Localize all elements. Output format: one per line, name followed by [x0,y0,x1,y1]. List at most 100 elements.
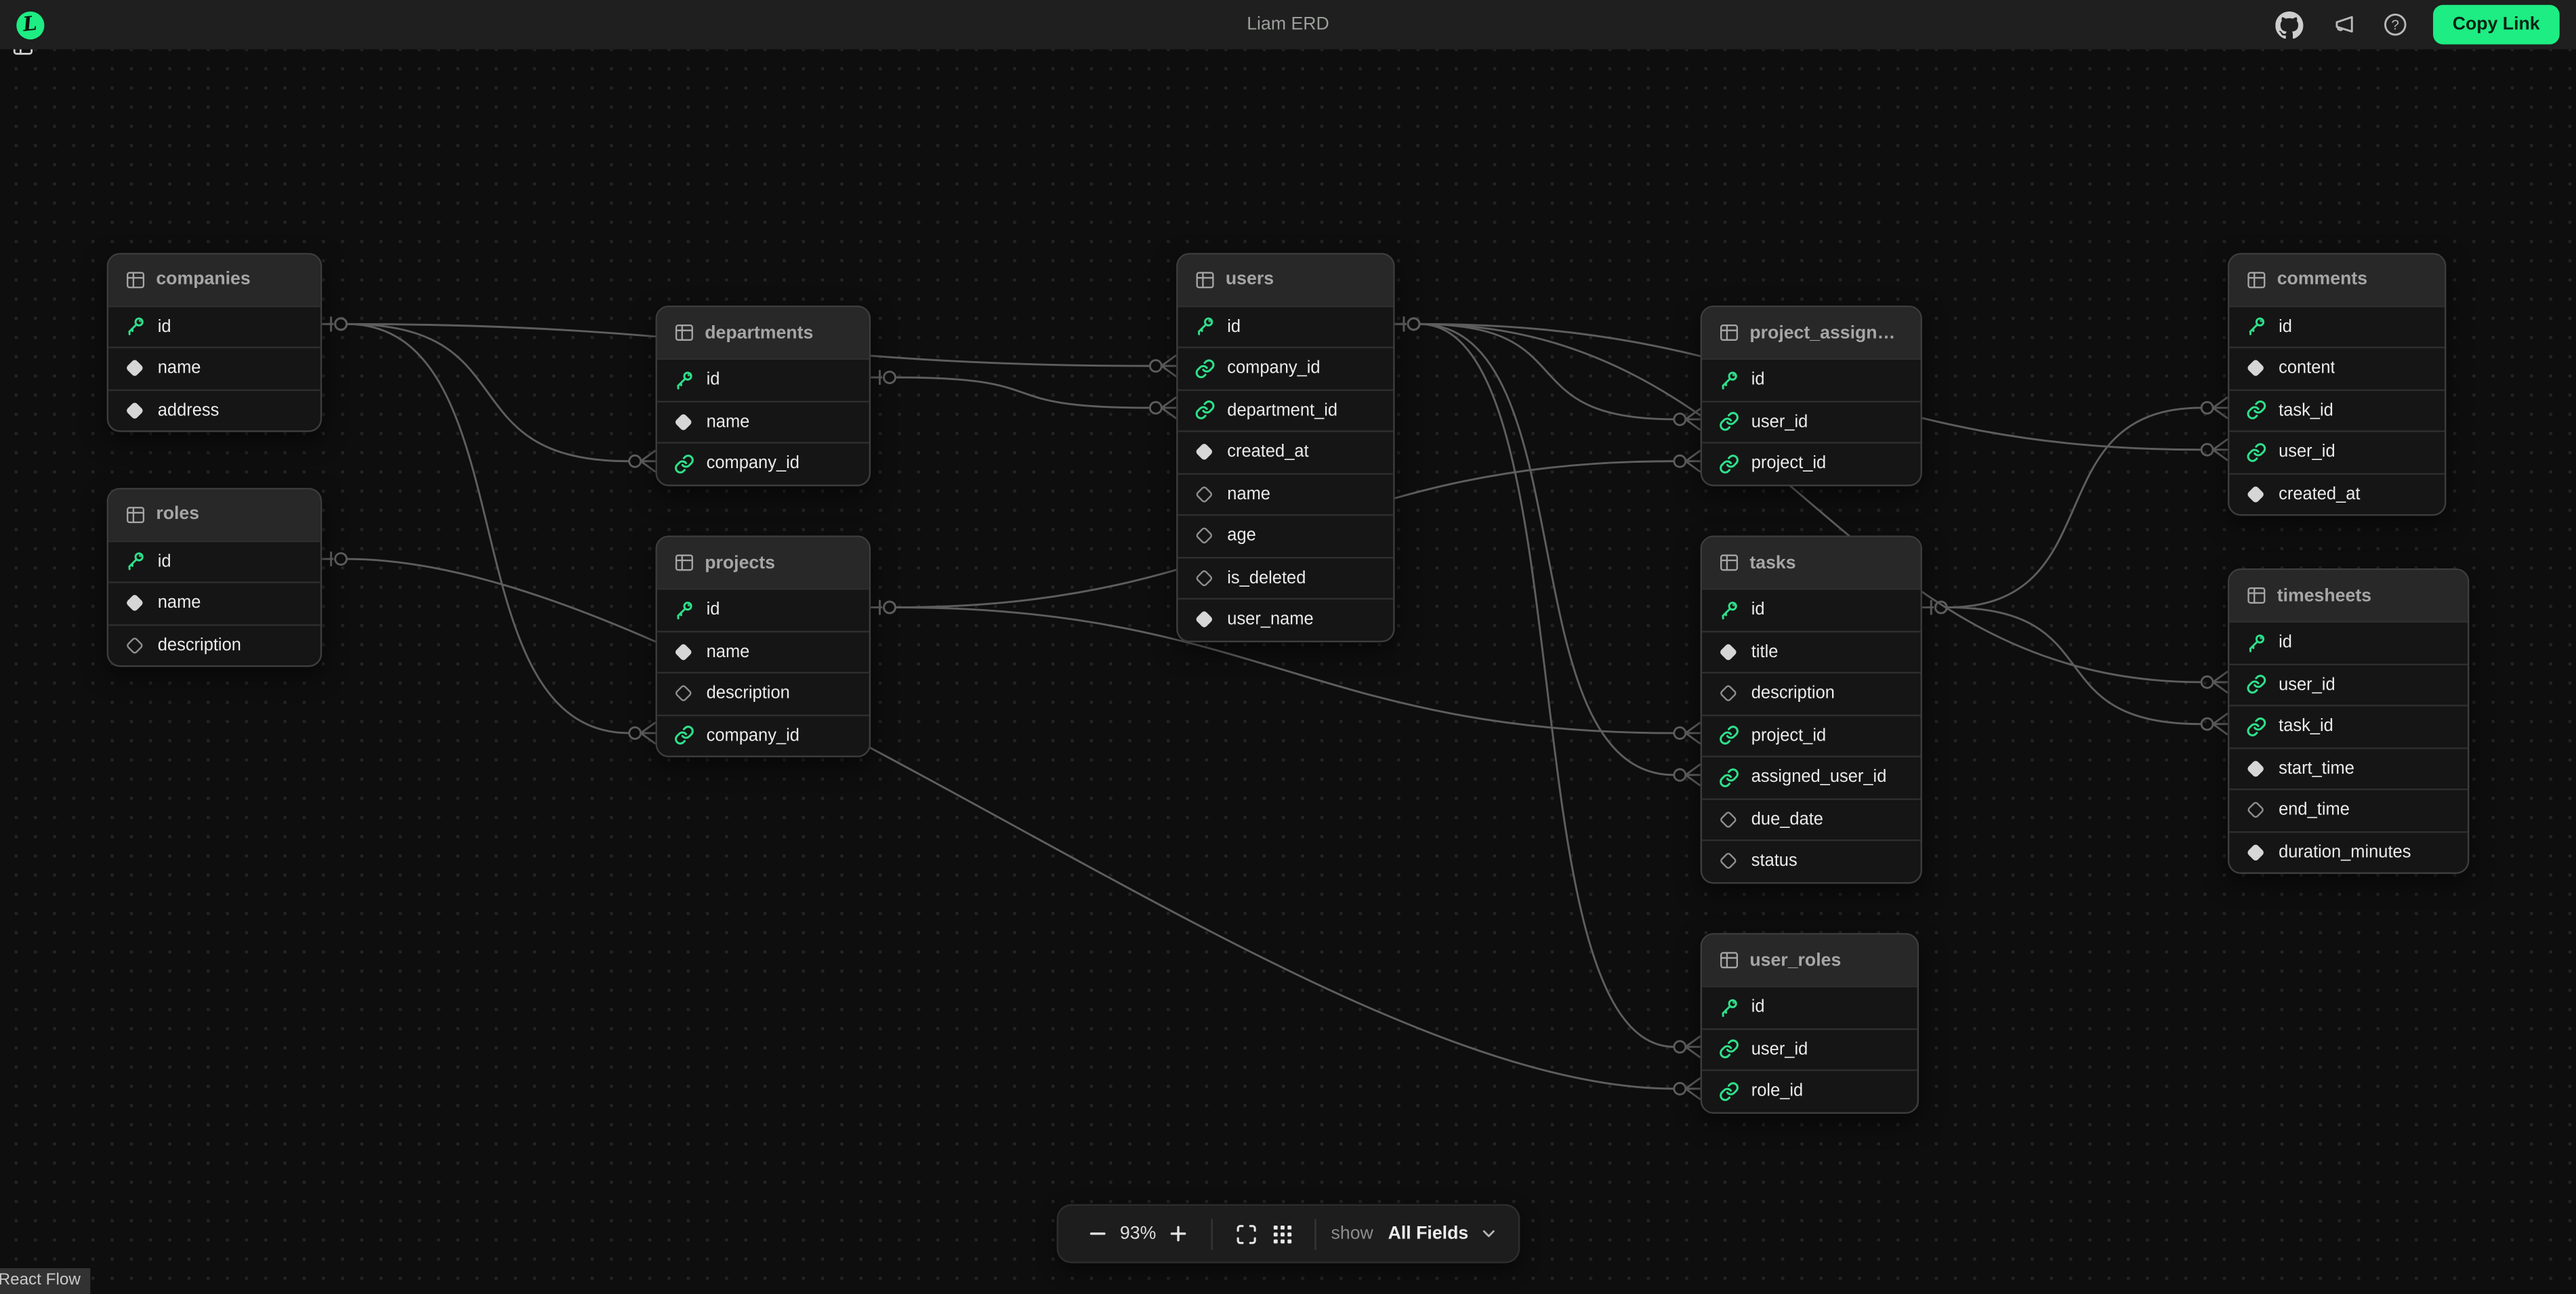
table-name: tasks [1749,553,1795,572]
column-name: content [2279,358,2335,378]
column-row-project_id[interactable]: project_id [1702,714,1920,756]
column-row-id[interactable]: id [657,358,869,400]
column-row-user_id[interactable]: user_id [1702,1028,1917,1070]
column-row-id[interactable]: id [108,540,320,582]
zoom-out-button[interactable] [1080,1215,1116,1251]
table-header[interactable]: users [1178,254,1394,305]
column-row-name[interactable]: name [657,630,869,672]
column-row-description[interactable]: description [657,672,869,714]
table-icon [2244,584,2267,607]
table-header[interactable]: comments [2229,254,2445,305]
column-row-title[interactable]: title [1702,630,1920,672]
column-row-id[interactable]: id [657,588,869,630]
column-row-role_id[interactable]: role_id [1702,1070,1917,1112]
column-name: due_date [1751,810,1823,829]
table-roles[interactable]: roles id name description [107,487,323,667]
column-row-end_time[interactable]: end_time [2229,789,2468,831]
github-button[interactable] [2275,10,2305,40]
column-row-department_id[interactable]: department_id [1178,388,1394,430]
column-row-user_id[interactable]: user_id [1702,400,1920,442]
column-row-company_id[interactable]: company_id [657,714,869,756]
column-name: company_id [1227,358,1320,378]
erd-canvas[interactable]: companies idnameaddress roles idnamedesc… [0,49,2576,1294]
foreign-key-link-icon [1717,452,1740,475]
table-tasks[interactable]: tasks idtitledescription project_id assi… [1701,535,1922,883]
tidy-up-button[interactable] [1264,1215,1300,1251]
table-comments[interactable]: comments id content task_id user_idcreate… [2228,252,2446,516]
nullable-diamond-icon [1192,566,1216,589]
help-button[interactable]: ? [2380,10,2410,40]
column-name: assigned_user_id [1751,768,1887,787]
chevron-down-icon [1480,1226,1496,1242]
table-header[interactable]: tasks [1702,537,1920,588]
column-row-description[interactable]: description [108,623,320,665]
table-users[interactable]: users id company_id department_idcreated… [1176,252,1394,642]
liam-logo[interactable]: L [16,11,44,39]
fields-filter-select[interactable]: All Fields [1388,1224,1497,1243]
column-row-name[interactable]: name [1178,472,1394,514]
column-row-created_at[interactable]: created_at [1178,430,1394,472]
not-null-diamond-icon [2244,357,2267,380]
column-row-company_id[interactable]: company_id [657,442,869,484]
column-name: name [707,412,750,432]
column-row-name[interactable]: name [108,581,320,623]
table-companies[interactable]: companies idnameaddress [107,252,323,432]
help-icon: ? [2382,12,2408,38]
column-row-duration_minutes[interactable]: duration_minutes [2229,831,2468,873]
column-name: task_id [2279,400,2333,420]
foreign-key-link-icon [1717,766,1740,789]
column-row-description[interactable]: description [1702,672,1920,714]
react-flow-attribution[interactable]: React Flow [0,1268,90,1294]
column-row-user_id[interactable]: user_id [2229,430,2445,472]
table-header[interactable]: user_roles [1702,935,1917,986]
fit-view-button[interactable] [1228,1215,1264,1251]
primary-key-icon [1192,315,1216,338]
table-departments[interactable]: departments id name company_id [655,306,871,486]
column-row-id[interactable]: id [1702,588,1920,630]
column-row-id[interactable]: id [2229,305,2445,347]
column-row-due_date[interactable]: due_date [1702,797,1920,839]
column-name: id [1227,316,1241,336]
table-header[interactable]: departments [657,307,869,358]
column-row-task_id[interactable]: task_id [2229,388,2445,430]
column-row-id[interactable]: id [1702,358,1920,400]
column-row-name[interactable]: name [108,347,320,389]
column-row-id[interactable]: id [1178,305,1394,347]
table-header[interactable]: companies [108,254,320,305]
column-row-age[interactable]: age [1178,514,1394,556]
column-row-name[interactable]: name [657,400,869,442]
column-row-assigned_user_id[interactable]: assigned_user_id [1702,755,1920,797]
column-row-user_name[interactable]: user_name [1178,598,1394,640]
column-name: company_id [707,726,799,745]
column-name: name [158,593,201,613]
column-row-project_id[interactable]: project_id [1702,442,1920,484]
table-timesheets[interactable]: timesheets id user_id task_idstart_timee… [2228,568,2469,874]
column-name: id [707,600,720,620]
column-row-content[interactable]: content [2229,347,2445,389]
column-row-company_id[interactable]: company_id [1178,347,1394,389]
column-row-status[interactable]: status [1702,839,1920,881]
column-row-user_id[interactable]: user_id [2229,663,2468,705]
table-header[interactable]: roles [108,488,320,539]
table-header[interactable]: projects [657,537,869,588]
column-row-is_deleted[interactable]: is_deleted [1178,556,1394,598]
column-row-created_at[interactable]: created_at [2229,472,2445,514]
table-icon [1192,268,1216,291]
table-user_roles[interactable]: user_roles id user_id role_id [1701,933,1919,1113]
copy-link-button[interactable]: Copy Link [2433,5,2560,44]
table-projects[interactable]: projects id namedescription company_id [655,535,871,757]
nullable-diamond-icon [1717,682,1740,705]
column-row-task_id[interactable]: task_id [2229,705,2468,747]
table-header[interactable]: timesheets [2229,570,2468,621]
table-project_assignments[interactable]: project_assignments id user_id project_i… [1701,306,1922,486]
zoom-in-button[interactable] [1160,1215,1196,1251]
release-notes-button[interactable] [2327,10,2357,40]
column-row-start_time[interactable]: start_time [2229,747,2468,789]
nullable-diamond-icon [2244,799,2267,822]
column-row-id[interactable]: id [108,305,320,347]
column-row-id[interactable]: id [1702,986,1917,1028]
column-row-id[interactable]: id [2229,621,2468,663]
column-row-address[interactable]: address [108,388,320,430]
table-header[interactable]: project_assignments [1702,307,1920,358]
github-icon [2276,11,2304,39]
